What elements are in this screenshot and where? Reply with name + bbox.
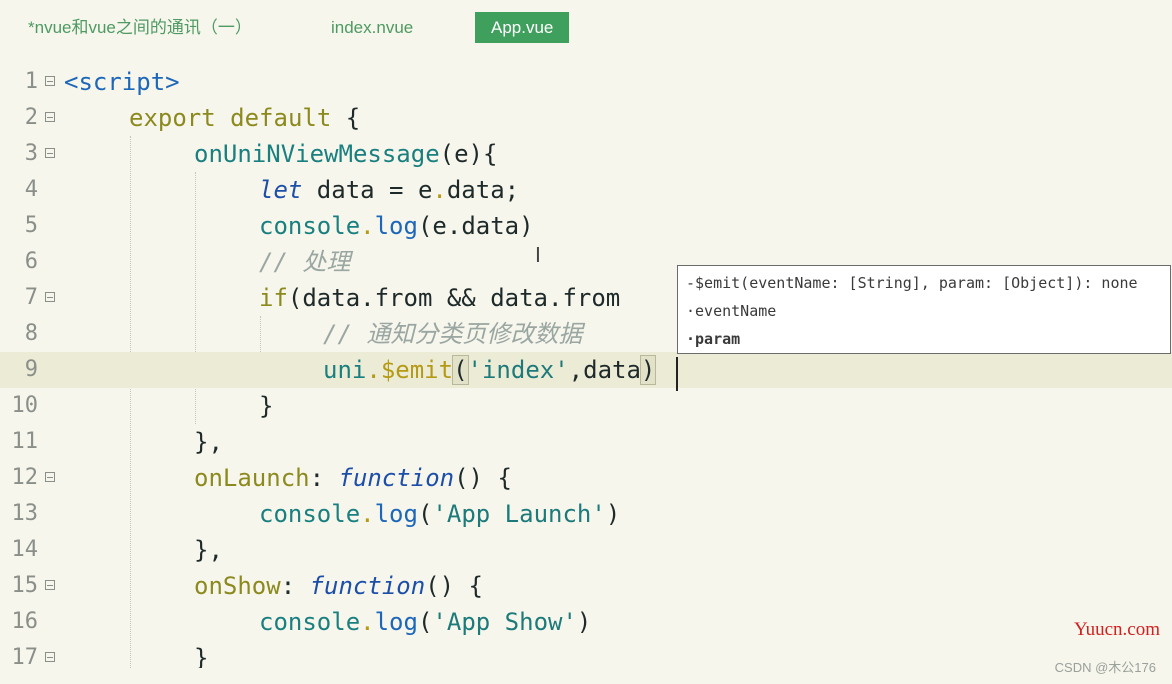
fold-toggle-icon[interactable] [45, 472, 55, 482]
text-caret [676, 357, 678, 391]
hint-signature: -$emit(eventName: [String], param: [Obje… [686, 274, 1138, 292]
line-number: 3 [24, 141, 38, 166]
code-line: 14 }, [0, 532, 1172, 568]
code-token: console [259, 212, 361, 240]
fold-toggle-icon[interactable] [45, 76, 55, 86]
code-token: ( [417, 500, 433, 528]
code-token: log [374, 500, 418, 528]
line-number: 10 [11, 393, 39, 418]
code-token: onLaunch [194, 464, 310, 492]
code-line-current: 9 uni.$emit('index',data) [0, 352, 1172, 388]
code-token: console [259, 608, 361, 636]
code-line: 3 onUniNViewMessage(e){ [0, 136, 1172, 172]
code-token: : [309, 464, 339, 492]
line-number: 13 [11, 501, 39, 526]
code-token: () { [425, 572, 483, 600]
code-token: } [194, 644, 209, 668]
code-line: 1 <script> [0, 64, 1172, 100]
code-token: { [331, 104, 361, 132]
code-token: data = e [302, 176, 433, 204]
code-line: 5 console.log(e.data) [0, 208, 1172, 244]
line-number: 11 [11, 429, 39, 454]
fold-toggle-icon[interactable] [45, 292, 55, 302]
fold-toggle-icon[interactable] [45, 148, 55, 158]
code-token: : [280, 572, 310, 600]
code-line: 17 } [0, 640, 1172, 668]
line-number: 9 [24, 357, 38, 382]
autocomplete-hint-popup[interactable]: -$emit(eventName: [String], param: [Obje… [677, 265, 1171, 354]
code-token: $emit [380, 356, 454, 384]
code-token: data; [446, 176, 520, 204]
code-token: console [259, 500, 361, 528]
fold-toggle-icon[interactable] [45, 652, 55, 662]
code-token: } [259, 392, 274, 420]
code-token: (data.from && data.from [287, 284, 621, 312]
text-cursor-icon: I [535, 243, 541, 267]
line-number: 7 [24, 285, 38, 310]
code-line: 12 onLaunch: function() { [0, 460, 1172, 496]
fold-toggle-icon[interactable] [45, 112, 55, 122]
code-token: ) [576, 608, 592, 636]
code-line: 2 export default { [0, 100, 1172, 136]
code-token: 'App Show' [432, 608, 577, 636]
code-token: . [360, 212, 375, 240]
code-line: 10 } [0, 388, 1172, 424]
code-token: () { [454, 464, 512, 492]
code-line: 4 let data = e.data; [0, 172, 1172, 208]
code-line: 13 console.log('App Launch') [0, 496, 1172, 532]
code-token: onUniNViewMessage [194, 140, 440, 168]
fold-toggle-icon[interactable] [45, 580, 55, 590]
line-number: 4 [24, 177, 38, 202]
site-watermark: Yuucn.com [1073, 619, 1160, 640]
code-token: function [309, 572, 426, 600]
code-token: (e){ [439, 140, 498, 168]
code-token: let [259, 176, 303, 204]
code-token: uni [323, 356, 367, 384]
code-token: log [374, 608, 418, 636]
code-token: . [366, 356, 381, 384]
matching-paren: ( [452, 355, 469, 385]
code-token: ) [605, 500, 621, 528]
code-token: 'index' [467, 356, 569, 384]
code-token: export default [129, 104, 332, 132]
tab-index-nvue[interactable]: index.nvue [331, 12, 413, 43]
code-line: 11 }, [0, 424, 1172, 460]
code-token: log [374, 212, 418, 240]
matching-paren: ) [639, 355, 657, 385]
code-editor[interactable]: 1 <script> 2 export default { 3 onUniNVi… [0, 64, 1172, 668]
csdn-watermark: CSDN @木公176 [1054, 660, 1156, 675]
line-number: 1 [24, 69, 38, 94]
line-number: 15 [11, 573, 39, 598]
code-token: }, [194, 536, 223, 564]
line-number: 16 [11, 609, 39, 634]
code-token: }, [194, 428, 223, 456]
code-token: . [360, 500, 375, 528]
tab-nvue-vue-communication[interactable]: *nvue和vue之间的通讯（一） [28, 12, 252, 43]
code-token: . [432, 176, 447, 204]
code-token: onShow [194, 572, 281, 600]
code-token: ( [417, 608, 433, 636]
code-comment: // 处理 [259, 248, 351, 276]
hint-param-eventname[interactable]: ·eventName [686, 302, 776, 320]
code-token: ,data [568, 356, 641, 384]
hint-param-param[interactable]: ·param [686, 330, 740, 348]
code-token: if [259, 284, 288, 312]
code-token: (e.data) [417, 212, 534, 240]
tab-bar: *nvue和vue之间的通讯（一） index.nvue App.vue [0, 0, 1172, 56]
code-line: 16 console.log('App Show') [0, 604, 1172, 640]
code-line: 15 onShow: function() { [0, 568, 1172, 604]
line-number: 2 [24, 105, 38, 130]
code-comment: // 通知分类页修改数据 [323, 320, 583, 348]
code-token: 'App Launch' [432, 500, 606, 528]
line-number: 17 [11, 645, 39, 668]
line-number: 6 [24, 249, 38, 274]
code-token: . [360, 608, 375, 636]
line-number: 12 [11, 465, 39, 490]
code-token: <script> [64, 68, 180, 96]
line-number: 8 [24, 321, 38, 346]
line-number: 14 [11, 537, 39, 562]
tab-app-vue[interactable]: App.vue [475, 12, 570, 43]
line-number: 5 [24, 213, 38, 238]
code-token: function [338, 464, 455, 492]
